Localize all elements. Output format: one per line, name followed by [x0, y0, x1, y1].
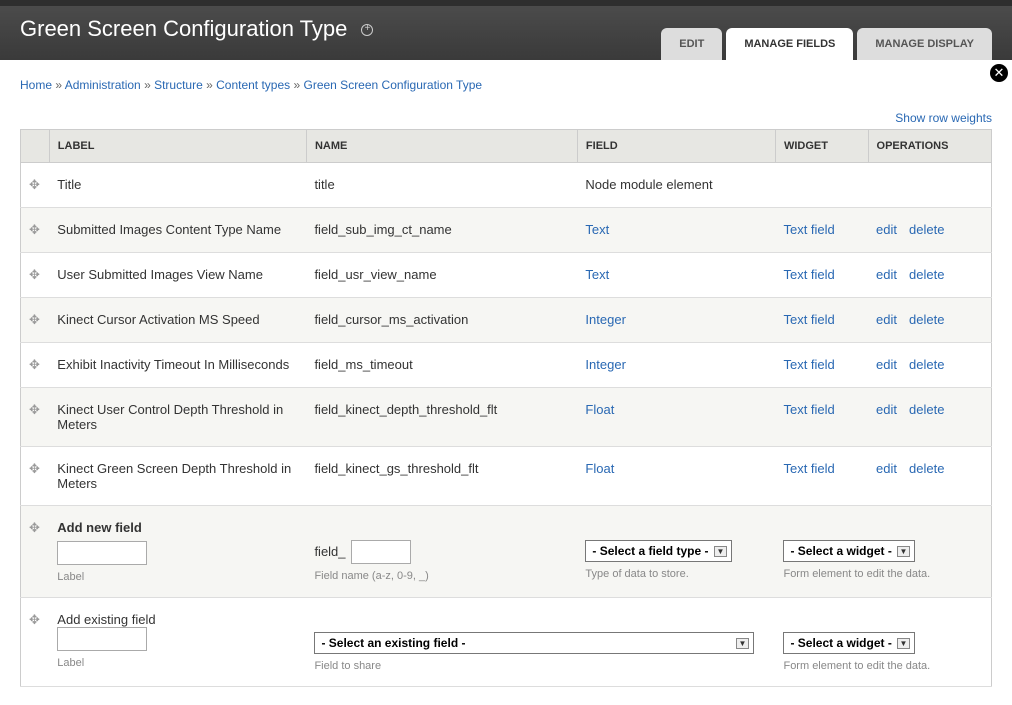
drag-handle-icon[interactable]: ✥ [29, 520, 40, 535]
close-icon[interactable]: ✕ [990, 64, 1008, 82]
add-new-widget-help: Form element to edit the data. [783, 568, 983, 580]
add-existing-widget-help: Form element to edit the data. [783, 660, 983, 672]
delete-link[interactable]: delete [909, 402, 944, 417]
add-existing-field-help: Field to share [314, 660, 767, 672]
field-machine-name: field_ms_timeout [306, 343, 577, 388]
add-new-field-type-select[interactable]: - Select a field type - [585, 540, 732, 562]
field-label: User Submitted Images View Name [49, 253, 306, 298]
breadcrumb: Home » Administration » Structure » Cont… [20, 78, 992, 92]
add-existing-label-input[interactable] [57, 627, 147, 651]
field-type-link[interactable]: Text [585, 222, 609, 237]
drag-handle-icon[interactable]: ✥ [29, 312, 40, 327]
widget-link[interactable]: Text field [783, 402, 834, 417]
drag-handle-icon[interactable]: ✥ [29, 402, 40, 417]
edit-link[interactable]: edit [876, 461, 897, 476]
field-machine-name: field_sub_img_ct_name [306, 208, 577, 253]
table-row: ✥ TitletitleNode module element [21, 163, 992, 208]
drag-handle-icon[interactable]: ✥ [29, 461, 40, 476]
col-label: LABEL [49, 130, 306, 163]
drag-handle-icon[interactable]: ✥ [29, 612, 40, 627]
delete-link[interactable]: delete [909, 357, 944, 372]
breadcrumb-home[interactable]: Home [20, 78, 52, 92]
table-row: ✥ Kinect Green Screen Depth Threshold in … [21, 447, 992, 506]
fields-table: LABEL NAME FIELD WIDGET OPERATIONS ✥ Titl… [20, 129, 992, 687]
widget-link[interactable]: Text field [783, 461, 834, 476]
drag-handle-icon[interactable]: ✥ [29, 267, 40, 282]
table-row: ✥ Exhibit Inactivity Timeout In Milliseco… [21, 343, 992, 388]
show-row-weights-link[interactable]: Show row weights [895, 111, 992, 125]
col-widget: WIDGET [775, 130, 868, 163]
table-row: ✥ Kinect User Control Depth Threshold in … [21, 388, 992, 447]
widget-link[interactable]: Text field [783, 222, 834, 237]
gear-icon[interactable] [361, 24, 373, 36]
drag-handle-icon[interactable]: ✥ [29, 357, 40, 372]
tab-edit[interactable]: EDIT [661, 28, 722, 60]
machine-name-prefix: field_ [314, 544, 345, 559]
widget-link[interactable]: Text field [783, 357, 834, 372]
field-type-link[interactable]: Float [585, 461, 614, 476]
delete-link[interactable]: delete [909, 267, 944, 282]
field-machine-name: title [306, 163, 577, 208]
tab-manage-display[interactable]: MANAGE DISPLAY [857, 28, 992, 60]
add-new-widget-select[interactable]: - Select a widget - [783, 540, 915, 562]
field-machine-name: field_cursor_ms_activation [306, 298, 577, 343]
add-new-field-help: Type of data to store. [585, 568, 767, 580]
table-row: ✥ User Submitted Images View Namefield_us… [21, 253, 992, 298]
field-label: Exhibit Inactivity Timeout In Millisecon… [49, 343, 306, 388]
table-row: ✥ Kinect Cursor Activation MS Speedfield_… [21, 298, 992, 343]
add-existing-field-heading: Add existing field [57, 612, 298, 627]
delete-link[interactable]: delete [909, 312, 944, 327]
field-machine-name: field_kinect_depth_threshold_flt [306, 388, 577, 447]
add-new-name-help: Field name (a-z, 0-9, _) [314, 570, 569, 582]
field-machine-name: field_kinect_gs_threshold_flt [306, 447, 577, 506]
add-new-label-help: Label [57, 571, 298, 583]
drag-handle-icon[interactable]: ✥ [29, 177, 40, 192]
field-type-link[interactable]: Integer [585, 312, 625, 327]
field-label: Kinect Cursor Activation MS Speed [49, 298, 306, 343]
edit-link[interactable]: edit [876, 312, 897, 327]
field-machine-name: field_usr_view_name [306, 253, 577, 298]
field-label: Kinect Green Screen Depth Threshold in M… [49, 447, 306, 506]
col-operations: OPERATIONS [868, 130, 991, 163]
col-field: FIELD [577, 130, 775, 163]
col-name: NAME [306, 130, 577, 163]
drag-handle-icon[interactable]: ✥ [29, 222, 40, 237]
add-new-field-heading: Add new field [57, 520, 298, 541]
field-type-link[interactable]: Float [585, 402, 614, 417]
field-type-link[interactable]: Text [585, 267, 609, 282]
add-existing-widget-select[interactable]: - Select a widget - [783, 632, 915, 654]
field-label: Kinect User Control Depth Threshold in M… [49, 388, 306, 447]
field-label: Submitted Images Content Type Name [49, 208, 306, 253]
breadcrumb-current[interactable]: Green Screen Configuration Type [304, 78, 483, 92]
add-new-machine-name-input[interactable] [351, 540, 411, 564]
add-new-label-input[interactable] [57, 541, 147, 565]
edit-link[interactable]: edit [876, 222, 897, 237]
edit-link[interactable]: edit [876, 402, 897, 417]
field-type-text: Node module element [577, 163, 775, 208]
breadcrumb-structure[interactable]: Structure [154, 78, 203, 92]
widget-link[interactable]: Text field [783, 267, 834, 282]
page-title: Green Screen Configuration Type [20, 16, 373, 42]
edit-link[interactable]: edit [876, 357, 897, 372]
tab-manage-fields[interactable]: MANAGE FIELDS [726, 28, 853, 60]
tab-bar: EDIT MANAGE FIELDS MANAGE DISPLAY [661, 28, 992, 60]
field-label: Title [49, 163, 306, 208]
delete-link[interactable]: delete [909, 461, 944, 476]
edit-link[interactable]: edit [876, 267, 897, 282]
breadcrumb-administration[interactable]: Administration [65, 78, 141, 92]
delete-link[interactable]: delete [909, 222, 944, 237]
add-existing-field-select[interactable]: - Select an existing field - [314, 632, 754, 654]
breadcrumb-content-types[interactable]: Content types [216, 78, 290, 92]
table-row: ✥ Submitted Images Content Type Namefield… [21, 208, 992, 253]
widget-link[interactable]: Text field [783, 312, 834, 327]
field-type-link[interactable]: Integer [585, 357, 625, 372]
add-existing-label-help: Label [57, 657, 298, 669]
